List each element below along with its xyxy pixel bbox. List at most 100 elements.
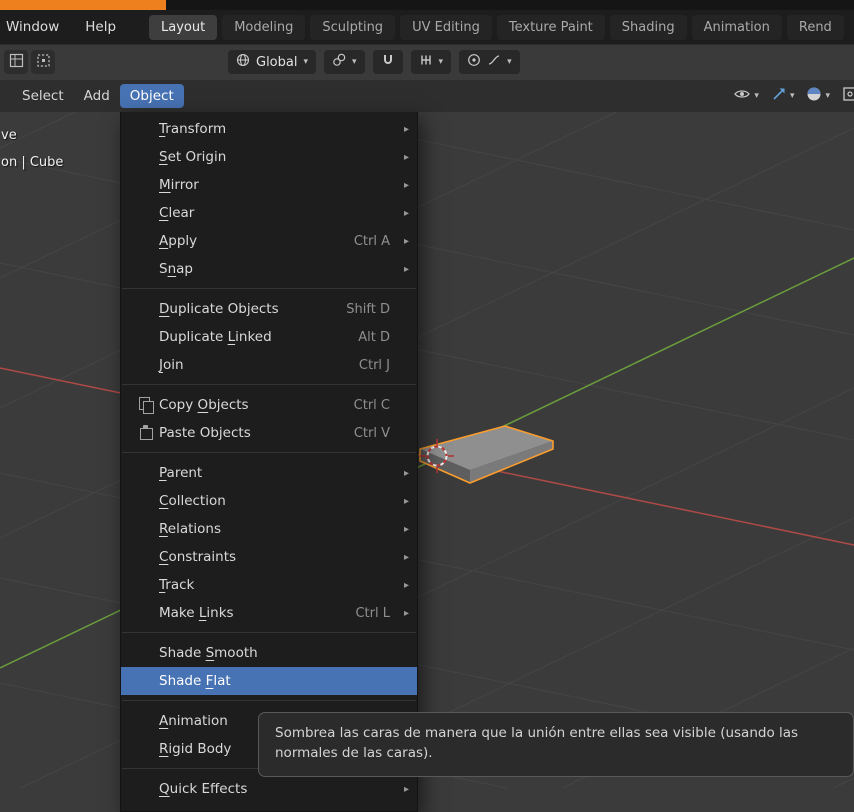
submenu-arrow-icon: ▸ <box>403 579 409 591</box>
menu-separator <box>122 288 416 289</box>
submenu-arrow-icon: ▸ <box>403 151 409 163</box>
menu-item-track[interactable]: Track ▸ <box>121 571 417 599</box>
chevron-down-icon: ▾ <box>825 90 830 101</box>
menu-item-label: Relations <box>159 521 222 537</box>
menu-item-shade-flat[interactable]: Shade Flat <box>121 667 417 695</box>
viewport-overlay-perspective-text: ve <box>1 128 17 143</box>
gizmo-arrow-icon <box>771 86 787 106</box>
menu-item-transform[interactable]: Transform ▸ <box>121 115 417 143</box>
overlays-eye-icon <box>733 86 751 106</box>
submenu-arrow-icon: ▸ <box>403 467 409 479</box>
editor-type-buttons <box>4 50 55 74</box>
menu-separator <box>122 384 416 385</box>
menu-window[interactable]: Window <box>0 19 72 35</box>
menu-item-label: Collection <box>159 493 226 509</box>
orientation-label: Global <box>256 54 298 70</box>
render-preview-button[interactable] <box>842 86 854 106</box>
menu-item-shortcut: Ctrl V <box>353 425 390 441</box>
menu-item-label: Track <box>159 577 195 593</box>
select-mode-icon <box>36 53 51 72</box>
menu-help[interactable]: Help <box>72 19 129 35</box>
workspace-tabs: Layout Modeling Sculpting UV Editing Texture… <box>149 14 844 40</box>
snap-target-dropdown[interactable]: ▾ <box>410 50 452 74</box>
menu-item-shortcut: Ctrl C <box>353 397 390 413</box>
pivot-point-icon <box>332 53 346 71</box>
menu-item-shortcut: Alt D <box>358 329 390 345</box>
menu-item-clear[interactable]: Clear ▸ <box>121 199 417 227</box>
snap-toggle[interactable] <box>372 50 403 74</box>
menu-item-shortcut: Shift D <box>346 301 390 317</box>
submenu-arrow-icon: ▸ <box>403 495 409 507</box>
menu-item-label: Clear <box>159 205 195 221</box>
menu-item-snap[interactable]: Snap ▸ <box>121 255 417 283</box>
paste-icon <box>133 419 159 447</box>
menu-item-shade-smooth[interactable]: Shade Smooth <box>121 639 417 667</box>
menu-item-label: Mirror <box>159 177 199 193</box>
gizmos-dropdown[interactable]: ▾ <box>771 86 794 106</box>
falloff-curve-icon <box>487 53 501 71</box>
menu-item-label: Duplicate Objects <box>159 301 279 317</box>
viewport-shading-dropdown[interactable]: ▾ <box>806 86 830 106</box>
selected-object-cube[interactable] <box>419 425 554 484</box>
menu-separator <box>122 632 416 633</box>
chevron-down-icon: ▾ <box>754 90 759 101</box>
menu-select[interactable]: Select <box>12 84 74 108</box>
menu-item-label: Join <box>159 357 184 373</box>
shading-sphere-icon <box>806 86 822 106</box>
menu-item-label: Constraints <box>159 549 237 565</box>
topbar: Window Help Layout Modeling Sculpting UV Ed… <box>0 10 854 44</box>
menu-item-relations[interactable]: Relations ▸ <box>121 515 417 543</box>
menu-item-shortcut: Ctrl L <box>355 605 390 621</box>
tab-shading[interactable]: Shading <box>609 14 687 40</box>
select-mode-button[interactable] <box>31 50 55 74</box>
menu-item-parent[interactable]: Parent ▸ <box>121 459 417 487</box>
tab-rend[interactable]: Rend <box>786 14 844 40</box>
chevron-down-icon: ▾ <box>438 56 444 67</box>
menu-item-apply[interactable]: Apply Ctrl A ▸ <box>121 227 417 255</box>
tab-modeling[interactable]: Modeling <box>222 14 306 40</box>
menu-item-duplicate-linked[interactable]: Duplicate Linked Alt D <box>121 323 417 351</box>
viewport-overlay-collection-text: on | Cube <box>1 155 64 170</box>
menu-item-label: Shade Flat <box>159 673 231 689</box>
menu-item-duplicate-objects[interactable]: Duplicate Objects Shift D <box>121 295 417 323</box>
menu-item-constraints[interactable]: Constraints ▸ <box>121 543 417 571</box>
menu-item-label: Parent <box>159 465 203 481</box>
menu-separator <box>122 700 416 701</box>
object-dropdown-menu: Transform ▸ Set Origin ▸ Mirror ▸ Clear ▸ Apply C… <box>120 112 418 812</box>
viewport-header-icons: ▾ ▾ ▾ <box>733 80 854 112</box>
tab-sculpting[interactable]: Sculpting <box>310 14 396 40</box>
menu-item-label: Duplicate Linked <box>159 329 272 345</box>
menu-item-set-origin[interactable]: Set Origin ▸ <box>121 143 417 171</box>
menu-item-join[interactable]: Join Ctrl J <box>121 351 417 379</box>
top-window-strip <box>0 0 854 10</box>
menu-object[interactable]: Object <box>119 84 184 108</box>
viewport-header: Select Add Object <box>0 80 854 112</box>
menu-item-label: Copy Objects <box>159 397 249 413</box>
chevron-down-icon: ▾ <box>303 56 309 67</box>
editor-type-button[interactable] <box>4 50 28 74</box>
submenu-arrow-icon: ▸ <box>403 607 409 619</box>
submenu-arrow-icon: ▸ <box>403 523 409 535</box>
menu-add[interactable]: Add <box>74 84 120 108</box>
tab-uv-editing[interactable]: UV Editing <box>400 14 492 40</box>
tab-layout[interactable]: Layout <box>149 14 218 40</box>
pivot-point-dropdown[interactable]: ▾ <box>324 50 365 74</box>
menu-item-quick-effects[interactable]: Quick Effects ▸ <box>121 775 417 803</box>
menu-item-mirror[interactable]: Mirror ▸ <box>121 171 417 199</box>
overlays-dropdown[interactable]: ▾ <box>733 86 759 106</box>
menu-item-paste-objects[interactable]: Paste Objects Ctrl V <box>121 419 417 447</box>
menu-item-label: Snap <box>159 261 193 277</box>
tab-animation[interactable]: Animation <box>691 14 782 40</box>
menu-item-collection[interactable]: Collection ▸ <box>121 487 417 515</box>
menu-item-copy-objects[interactable]: Copy Objects Ctrl C <box>121 391 417 419</box>
menu-separator <box>122 452 416 453</box>
menu-item-label: Transform <box>159 121 227 137</box>
editor-type-icon <box>9 53 24 72</box>
render-preview-icon <box>842 86 854 106</box>
snap-target-icon <box>419 53 433 71</box>
menu-item-make-links[interactable]: Make Links Ctrl L ▸ <box>121 599 417 627</box>
tab-texture-paint[interactable]: Texture Paint <box>496 14 605 40</box>
transform-orientation-dropdown[interactable]: Global ▾ <box>228 50 317 74</box>
proportional-editing-dropdown[interactable]: ▾ <box>459 50 520 74</box>
menu-item-label: Quick Effects <box>159 781 248 797</box>
